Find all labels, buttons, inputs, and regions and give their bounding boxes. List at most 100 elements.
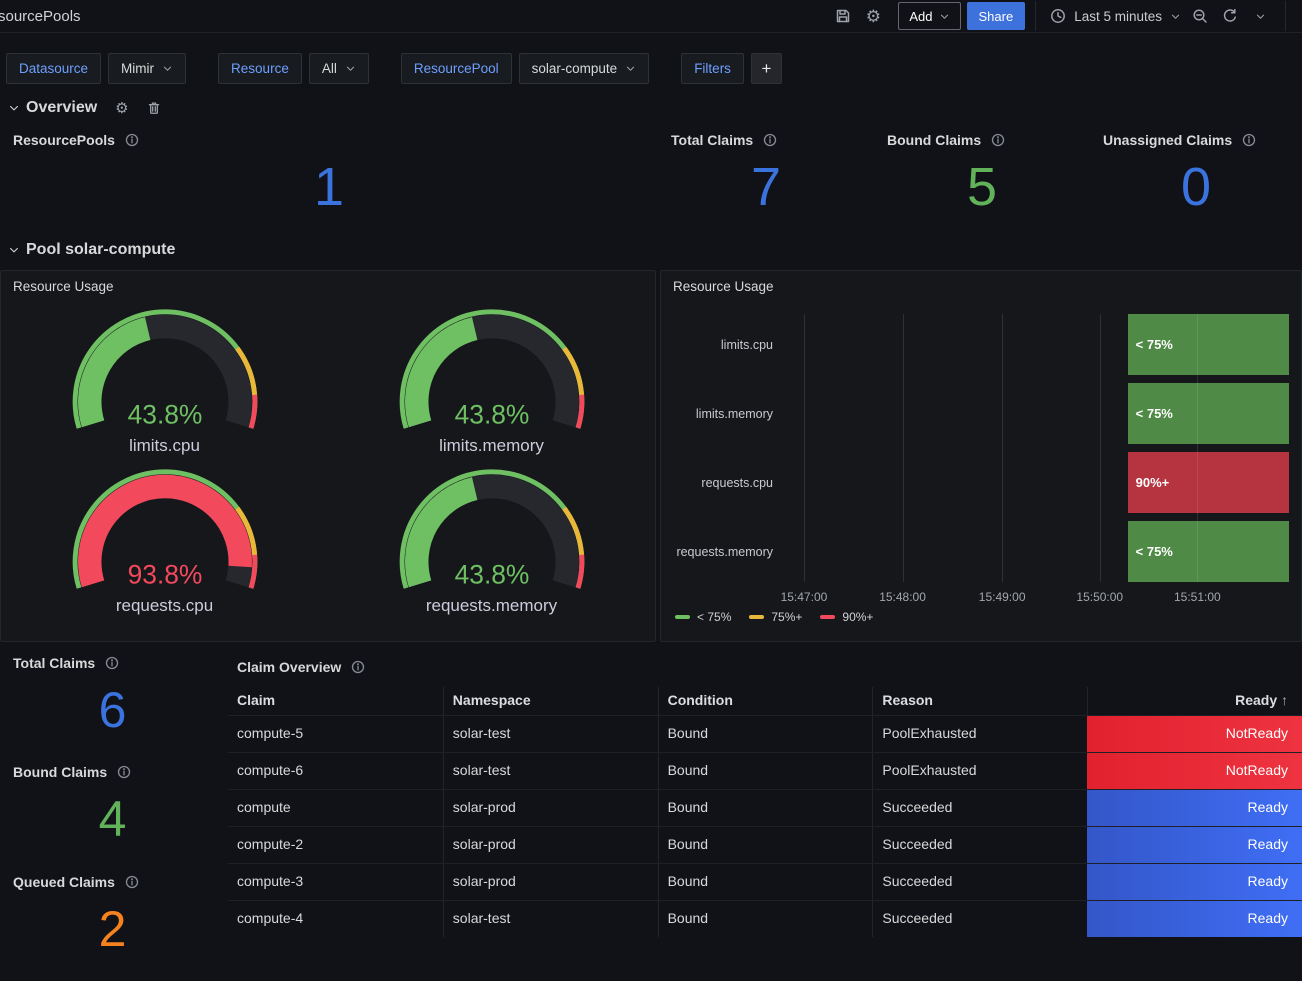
column-header-condition[interactable]: Condition [658,687,873,715]
legend-item[interactable]: < 75% [675,610,731,624]
refresh-button[interactable] [1215,2,1245,30]
state-block[interactable]: < 75% [1128,383,1289,444]
legend-item[interactable]: 75%+ [749,610,802,624]
gauge-label: limits.memory [439,436,544,456]
column-header-claim[interactable]: Claim [228,687,443,715]
table-row[interactable]: compute-3solar-prodBoundSucceededReady [228,863,1302,900]
chevron-down-icon [625,63,636,74]
cell-condition: Bound [658,716,873,752]
refresh-icon [1222,8,1238,24]
stat-title: ResourcePools [13,132,115,148]
stat-title: Queued Claims [13,874,115,890]
gridline [1100,314,1101,582]
column-header-reason[interactable]: Reason [872,687,1087,715]
panel-info-button[interactable] [351,660,365,674]
cell-ready: NotReady [1087,716,1302,752]
table-row[interactable]: computesolar-prodBoundSucceededReady [228,789,1302,826]
panel-title: Resource Usage [661,271,1301,302]
timeline-plot: < 75% < 75% 90%+ < 75% [791,314,1289,582]
cell-reason: Succeeded [872,827,1087,863]
state-block[interactable]: < 75% [1128,521,1289,582]
state-block[interactable]: < 75% [1128,314,1289,375]
table-row[interactable]: compute-2solar-prodBoundSucceededReady [228,826,1302,863]
table-row[interactable]: compute-5solar-testBoundPoolExhaustedNot… [228,715,1302,752]
info-icon [1242,133,1256,147]
info-icon [351,660,365,674]
cell-reason: PoolExhausted [872,716,1087,752]
datasource-filter-label: Datasource [6,53,101,84]
clock-icon [1050,8,1066,24]
overview-section-toggle[interactable]: Overview [8,99,97,117]
cell-reason: Succeeded [872,864,1087,900]
section-title-label: Overview [26,99,97,117]
nav-divider [1285,1,1286,31]
panel-info-button[interactable] [763,133,777,147]
cell-condition: Bound [658,753,873,789]
info-icon [991,133,1005,147]
cell-reason: PoolExhausted [872,753,1087,789]
cell-ready: Ready [1087,790,1302,826]
resourcepool-filter-value[interactable]: solar-compute [519,53,650,84]
cell-ready: Ready [1087,901,1302,937]
time-range-label: Last 5 minutes [1074,9,1162,24]
gauge-value: 43.8% [454,559,529,589]
time-range-picker[interactable]: Last 5 minutes [1046,8,1185,24]
chevron-down-icon [939,11,950,22]
refresh-interval-dropdown[interactable] [1245,2,1275,30]
gauge-limits.memory: 43.8%limits.memory [328,306,655,456]
stat-value: 1 [0,158,658,217]
panel-info-button[interactable] [125,133,139,147]
pool-section-toggle[interactable]: Pool solar-compute [8,241,175,259]
share-button[interactable]: Share [967,2,1026,30]
gauge-limits.cpu: 43.8%limits.cpu [1,306,328,456]
column-header-namespace[interactable]: Namespace [443,687,658,715]
zoom-out-icon [1192,8,1208,24]
stat-title: Bound Claims [13,764,107,780]
add-filter-button[interactable]: + [751,53,782,84]
legend-item[interactable]: 90%+ [820,610,873,624]
panel-info-button[interactable] [1242,133,1256,147]
row-settings-button[interactable]: ⚙ [115,101,128,116]
stat-value: 0 [1090,158,1302,217]
row-delete-button[interactable] [147,101,161,115]
column-header-ready[interactable]: Ready ↑ [1087,687,1302,715]
timeline-axis: 15:47:0015:48:0015:49:0015:50:0015:51:00 [791,588,1289,608]
nav-divider [1035,1,1036,31]
panel-info-button[interactable] [991,133,1005,147]
trash-icon [147,101,161,115]
dashboard-settings-button[interactable]: ⚙ [858,2,888,30]
timeline-row-label: requests.cpu [661,452,791,513]
cell-claim: compute-2 [228,827,443,863]
resource-usage-gauge-panel: Resource Usage 43.8%limits.cpu43.8%limit… [0,270,656,642]
filter-bar: Datasource Mimir Resource All ResourcePo… [0,33,1302,84]
stat-value: 6 [0,683,225,738]
gauge-label: requests.memory [426,596,557,616]
claim-table-header: ClaimNamespaceConditionReasonReady ↑ [228,687,1302,715]
panel-info-button[interactable] [105,656,119,670]
info-icon [117,765,131,779]
state-label: 90%+ [1128,475,1170,490]
save-dashboard-button[interactable] [828,2,858,30]
gauge-value: 93.8% [127,559,202,589]
cell-reason: Succeeded [872,901,1087,937]
zoom-out-button[interactable] [1185,2,1215,30]
resource-filter-value[interactable]: All [309,53,369,84]
stat-title: Total Claims [13,655,95,671]
resource-filter-label: Resource [218,53,302,84]
cell-condition: Bound [658,864,873,900]
cell-ready: NotReady [1087,753,1302,789]
state-block[interactable]: 90%+ [1128,452,1289,513]
cell-ready: Ready [1087,864,1302,900]
gridline [1197,314,1198,582]
panel-info-button[interactable] [117,765,131,779]
cell-claim: compute-4 [228,901,443,937]
datasource-filter-value[interactable]: Mimir [108,53,186,84]
legend-label: 90%+ [842,610,873,624]
panel-info-button[interactable] [125,875,139,889]
add-button[interactable]: Add [898,2,960,30]
timeline-row: < 75% [791,383,1289,444]
axis-tick-label: 15:47:00 [781,590,828,604]
stat-bound-claims-pool: Bound Claims 4 [0,756,225,859]
table-row[interactable]: compute-6solar-testBoundPoolExhaustedNot… [228,752,1302,789]
table-row[interactable]: compute-4solar-testBoundSucceededReady [228,900,1302,937]
